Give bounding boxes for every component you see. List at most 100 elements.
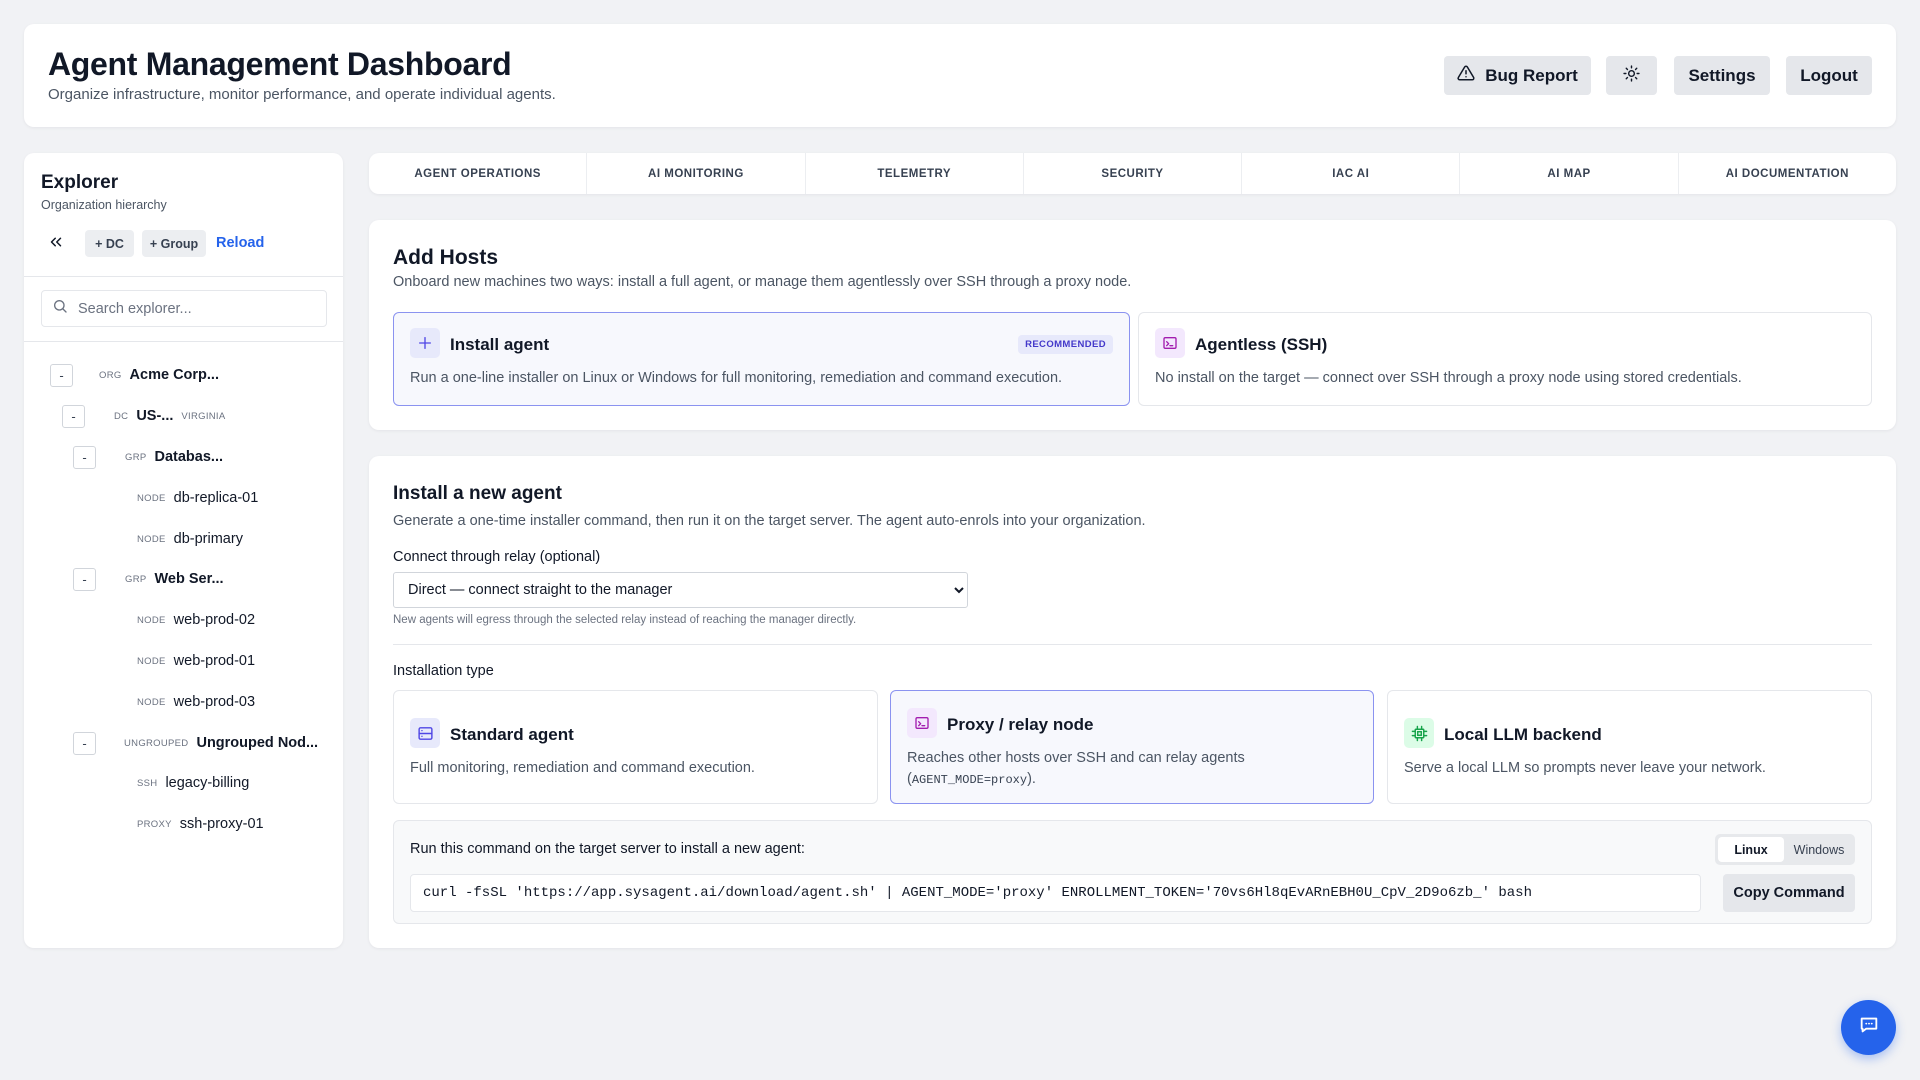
tree-item-group[interactable]: - GRP Databas...	[73, 445, 223, 469]
plus-icon	[410, 328, 440, 358]
os-tab-windows[interactable]: Windows	[1786, 837, 1852, 862]
server-icon	[410, 718, 440, 748]
option-title: Local LLM backend	[1444, 725, 1602, 744]
tab-ai-monitoring[interactable]: AI MONITORING	[587, 153, 806, 194]
tree-name: legacy-billing	[165, 775, 250, 791]
tab-agent-operations[interactable]: AGENT OPERATIONS	[369, 153, 588, 194]
tree-type: UNGROUPED	[124, 737, 189, 749]
relay-select[interactable]: Direct — connect straight to the manager	[393, 572, 968, 608]
explorer-subtitle: Organization hierarchy	[41, 198, 167, 212]
tree-name: Web Ser...	[154, 571, 224, 587]
bug-report-button[interactable]: Bug Report	[1444, 56, 1591, 95]
relay-label: Connect through relay (optional)	[393, 549, 601, 565]
tree-item-proxy[interactable]: PROXY ssh-proxy-01	[137, 812, 264, 836]
reload-link[interactable]: Reload	[216, 235, 264, 251]
divider	[393, 644, 1872, 645]
agent-mode-code: AGENT_MODE=proxy	[911, 773, 1028, 787]
tree-type: ORG	[99, 369, 122, 381]
tree-sub: VIRGINIA	[181, 410, 226, 422]
tab-bar: AGENT OPERATIONS AI MONITORING TELEMETRY…	[369, 153, 1896, 194]
tree-item-ssh[interactable]: SSH legacy-billing	[137, 771, 249, 795]
add-group-button[interactable]: + Group	[142, 230, 206, 257]
proxy-relay-option[interactable]: Proxy / relay node Reaches other hosts o…	[890, 690, 1374, 804]
explorer-title: Explorer	[41, 172, 119, 193]
tree-type: PROXY	[137, 818, 172, 830]
install-command[interactable]: curl -fsSL 'https://app.sysagent.ai/down…	[410, 874, 1701, 912]
recommended-badge: RECOMMENDED	[1018, 335, 1113, 354]
install-agent-option[interactable]: Install agent RECOMMENDED Run a one-line…	[393, 312, 1130, 406]
copy-command-button[interactable]: Copy Command	[1723, 874, 1855, 912]
tree-name: Ungrouped Nod...	[196, 735, 319, 751]
chat-icon	[1858, 1014, 1880, 1041]
installation-type-label: Installation type	[393, 663, 494, 679]
tree-toggle[interactable]: -	[73, 731, 96, 755]
option-title: Install agent	[450, 335, 550, 354]
option-description: Full monitoring, remediation and command…	[410, 760, 755, 776]
tree-type: GRP	[125, 451, 147, 463]
os-tab-linux[interactable]: Linux	[1718, 837, 1784, 862]
tree-item-group[interactable]: - GRP Web Ser...	[73, 567, 224, 591]
install-agent-panel: Install a new agent Generate a one-time …	[369, 456, 1896, 948]
tree-name: db-primary	[173, 531, 243, 547]
tree-toggle[interactable]: -	[73, 567, 96, 591]
add-hosts-title: Add Hosts	[393, 246, 498, 269]
tree-item-ungrouped[interactable]: - UNGROUPED Ungrouped Nod...	[73, 731, 318, 755]
tab-iac-ai[interactable]: IAC AI	[1242, 153, 1461, 194]
standard-agent-option[interactable]: Standard agent Full monitoring, remediat…	[393, 690, 878, 804]
tab-ai-documentation[interactable]: AI DOCUMENTATION	[1679, 153, 1896, 194]
tree-type: SSH	[137, 777, 158, 789]
tree-item-node[interactable]: NODE db-replica-01	[137, 486, 258, 510]
divider	[24, 341, 343, 342]
tab-security[interactable]: SECURITY	[1024, 153, 1243, 194]
terminal-icon	[1155, 328, 1185, 358]
logout-button[interactable]: Logout	[1786, 56, 1872, 95]
tree-name: ssh-proxy-01	[179, 816, 264, 832]
tree-type: NODE	[137, 696, 166, 708]
agentless-ssh-option[interactable]: Agentless (SSH) No install on the target…	[1138, 312, 1872, 406]
add-hosts-description: Onboard new machines two ways: install a…	[393, 274, 1132, 290]
tree-toggle[interactable]: -	[73, 445, 96, 469]
header: Agent Management Dashboard Organize infr…	[24, 24, 1896, 127]
tree-name: web-prod-03	[173, 694, 256, 710]
chevrons-left-icon	[47, 233, 65, 254]
command-box: Run this command on the target server to…	[393, 820, 1872, 924]
sun-icon	[1623, 64, 1640, 87]
tree-name: Databas...	[154, 449, 224, 465]
tab-telemetry[interactable]: TELEMETRY	[806, 153, 1024, 194]
terminal-icon	[907, 708, 937, 738]
tree-item-dc[interactable]: - DC US-... VIRGINIA	[62, 404, 226, 428]
chip-icon	[1404, 718, 1434, 748]
code-close: ).	[1027, 771, 1036, 787]
option-code-line: (AGENT_MODE=proxy).	[907, 769, 1036, 791]
collapse-sidebar-button[interactable]	[41, 230, 71, 257]
tree-toggle[interactable]: -	[62, 404, 85, 428]
tree-item-node[interactable]: NODE web-prod-02	[137, 608, 255, 632]
settings-button[interactable]: Settings	[1674, 56, 1770, 95]
option-description: No install on the target — connect over …	[1155, 370, 1742, 386]
search-input[interactable]	[78, 300, 308, 317]
tree-item-org[interactable]: - ORG Acme Corp...	[50, 363, 219, 387]
option-title: Proxy / relay node	[947, 715, 1094, 734]
tree-item-node[interactable]: NODE web-prod-01	[137, 649, 255, 673]
divider	[24, 276, 343, 277]
page-subtitle: Organize infrastructure, monitor perform…	[48, 86, 556, 103]
option-title: Agentless (SSH)	[1195, 335, 1328, 354]
page-title: Agent Management Dashboard	[48, 46, 512, 82]
install-title: Install a new agent	[393, 483, 562, 504]
tree-type: DC	[114, 410, 129, 422]
warning-icon	[1457, 64, 1475, 87]
tree-item-node[interactable]: NODE db-primary	[137, 527, 243, 551]
theme-toggle-button[interactable]	[1606, 56, 1657, 95]
tree-name: Acme Corp...	[129, 367, 219, 383]
tab-ai-map[interactable]: AI MAP	[1460, 153, 1679, 194]
tree-name: web-prod-01	[173, 653, 256, 669]
local-llm-option[interactable]: Local LLM backend Serve a local LLM so p…	[1387, 690, 1872, 804]
tree-name: db-replica-01	[173, 490, 259, 506]
bug-report-label: Bug Report	[1485, 65, 1578, 85]
tree-toggle[interactable]: -	[50, 363, 73, 387]
search-icon	[52, 298, 68, 319]
chat-button[interactable]	[1841, 1000, 1896, 1055]
tree-item-node[interactable]: NODE web-prod-03	[137, 690, 255, 714]
search-field[interactable]	[41, 290, 327, 327]
add-dc-button[interactable]: + DC	[85, 230, 134, 257]
